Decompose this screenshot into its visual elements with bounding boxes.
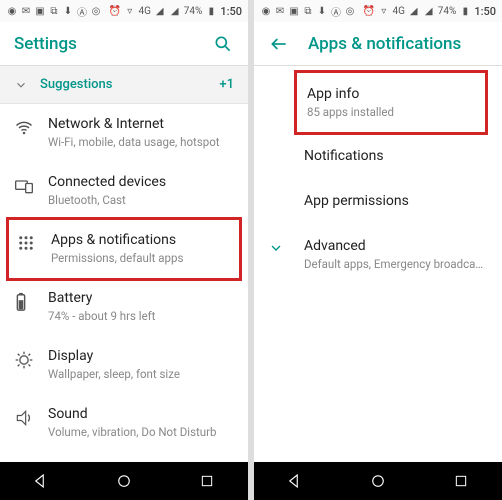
dropbox-icon: ⧉ [302, 5, 314, 17]
alarm-icon: ⏰ [109, 5, 121, 17]
nav-back-icon[interactable] [31, 471, 51, 491]
clock: 1:50 [474, 5, 496, 18]
row-title: Sound [48, 406, 234, 422]
signal2-icon: ◢ [423, 5, 435, 17]
mail-icon: ✉ [274, 5, 286, 17]
search-icon[interactable] [212, 33, 234, 55]
row-display[interactable]: Display Wallpaper, sleep, font size [0, 336, 248, 394]
status-bar: ◉ ✉ ▣ ⧉ ⬇ Ⓐ ◎ ⏰ ▿ 4G ◢ ◢ 74% ▮ 1:50 [0, 0, 248, 22]
row-sub: 85 apps installed [307, 105, 475, 119]
row-title: App permissions [304, 193, 484, 209]
chevron-down-icon [14, 78, 40, 92]
clock: 1:50 [220, 5, 242, 18]
apps-grid-icon [17, 232, 51, 252]
row-title: Connected devices [48, 174, 234, 190]
download-icon: ⬇ [316, 5, 328, 17]
row-sound[interactable]: Sound Volume, vibration, Do Not Disturb [0, 394, 248, 452]
row-sub: Wallpaper, sleep, font size [48, 367, 234, 382]
nav-home-icon[interactable] [368, 471, 388, 491]
row-apps-notifications[interactable]: Apps & notifications Permissions, defaul… [9, 220, 239, 278]
chevron-down-icon [268, 238, 304, 256]
row-network[interactable]: Network & Internet Wi-Fi, mobile, data u… [0, 104, 248, 162]
page-title: Apps & notifications [308, 34, 488, 54]
row-sub: Wi-Fi, mobile, data usage, hotspot [48, 135, 234, 150]
wifi-icon: ▿ [124, 5, 136, 17]
android-icon: Ⓐ [330, 5, 342, 17]
row-app-info[interactable]: App info 85 apps installed [297, 73, 485, 132]
battery-icon: ▮ [459, 5, 471, 17]
signal2-icon: ◢ [169, 5, 181, 17]
highlight-app-info: App info 85 apps installed [294, 70, 488, 135]
row-sub: Volume, vibration, Do Not Disturb [48, 425, 234, 440]
nav-bar [254, 462, 502, 500]
status-bar: ◉ ✉ ▣ ⧉ ⬇ Ⓐ ◎ ⏰ ▿ 4G ◢ ◢ 74% ▮ 1:50 [254, 0, 502, 22]
row-app-permissions[interactable]: App permissions [254, 180, 502, 225]
battery-pct: 74% [184, 6, 203, 17]
row-sub: 74% - about 9 hrs left [48, 309, 234, 324]
suggestions-label: Suggestions [40, 77, 219, 92]
row-notifications[interactable]: Notifications [254, 135, 502, 180]
row-sub: Bluetooth, Cast [48, 193, 234, 208]
row-title: Apps & notifications [51, 232, 231, 248]
row-storage[interactable]: Storage 63% used - 11.75 GB free [0, 452, 248, 462]
image-icon: ▣ [34, 5, 46, 17]
row-title: App info [307, 86, 475, 102]
system-icon: ◎ [344, 5, 356, 17]
apps-list: App info 85 apps installed Notifications… [254, 66, 502, 462]
nav-back-icon[interactable] [285, 471, 305, 491]
battery-pct: 74% [438, 6, 457, 17]
system-icon: ◎ [90, 5, 102, 17]
nav-home-icon[interactable] [114, 471, 134, 491]
alarm-icon: ⏰ [363, 5, 375, 17]
settings-screen: ◉ ✉ ▣ ⧉ ⬇ Ⓐ ◎ ⏰ ▿ 4G ◢ ◢ 74% ▮ 1:50 Sett… [0, 0, 248, 500]
highlight-apps-notifications: Apps & notifications Permissions, defaul… [6, 217, 242, 281]
download-icon: ⬇ [62, 5, 74, 17]
row-title: Advanced [304, 238, 484, 254]
row-title: Display [48, 348, 234, 364]
android-icon: Ⓐ [76, 5, 88, 17]
dropbox-icon: ⧉ [48, 5, 60, 17]
network-gen-label: 4G [393, 5, 405, 17]
suggestions-badge: +1 [219, 77, 234, 92]
suggestions-row[interactable]: Suggestions +1 [0, 66, 248, 104]
row-advanced[interactable]: Advanced Default apps, Emergency broadca… [254, 225, 502, 284]
nav-bar [0, 462, 248, 500]
row-connected-devices[interactable]: Connected devices Bluetooth, Cast [0, 162, 248, 220]
row-battery[interactable]: Battery 74% - about 9 hrs left [0, 278, 248, 336]
battery-icon: ▮ [205, 5, 217, 17]
row-title: Notifications [304, 148, 484, 164]
app-bar: Apps & notifications [254, 22, 502, 66]
display-icon [14, 348, 48, 370]
nav-recent-icon[interactable] [451, 471, 471, 491]
signal-icon: ◢ [154, 5, 166, 17]
row-title: Network & Internet [48, 116, 234, 132]
devices-icon [14, 174, 48, 196]
settings-list: Suggestions +1 Network & Internet Wi-Fi,… [0, 66, 248, 462]
row-sub: Permissions, default apps [51, 251, 231, 266]
app-bar: Settings [0, 22, 248, 66]
signal-icon: ◢ [408, 5, 420, 17]
wifi-icon: ▿ [378, 5, 390, 17]
network-gen-label: 4G [139, 5, 151, 17]
row-title: Battery [48, 290, 234, 306]
back-icon[interactable] [268, 33, 290, 55]
row-sub: Default apps, Emergency broadcasts, Spec… [304, 257, 484, 271]
page-title: Settings [14, 34, 212, 54]
nav-recent-icon[interactable] [197, 471, 217, 491]
apps-notifications-screen: ◉ ✉ ▣ ⧉ ⬇ Ⓐ ◎ ⏰ ▿ 4G ◢ ◢ 74% ▮ 1:50 Apps… [254, 0, 502, 500]
battery-icon [14, 290, 48, 312]
mail-icon: ✉ [20, 5, 32, 17]
whatsapp-icon: ◉ [6, 5, 18, 17]
image-icon: ▣ [288, 5, 300, 17]
wifi-icon [14, 116, 48, 138]
whatsapp-icon: ◉ [260, 5, 272, 17]
sound-icon [14, 406, 48, 428]
